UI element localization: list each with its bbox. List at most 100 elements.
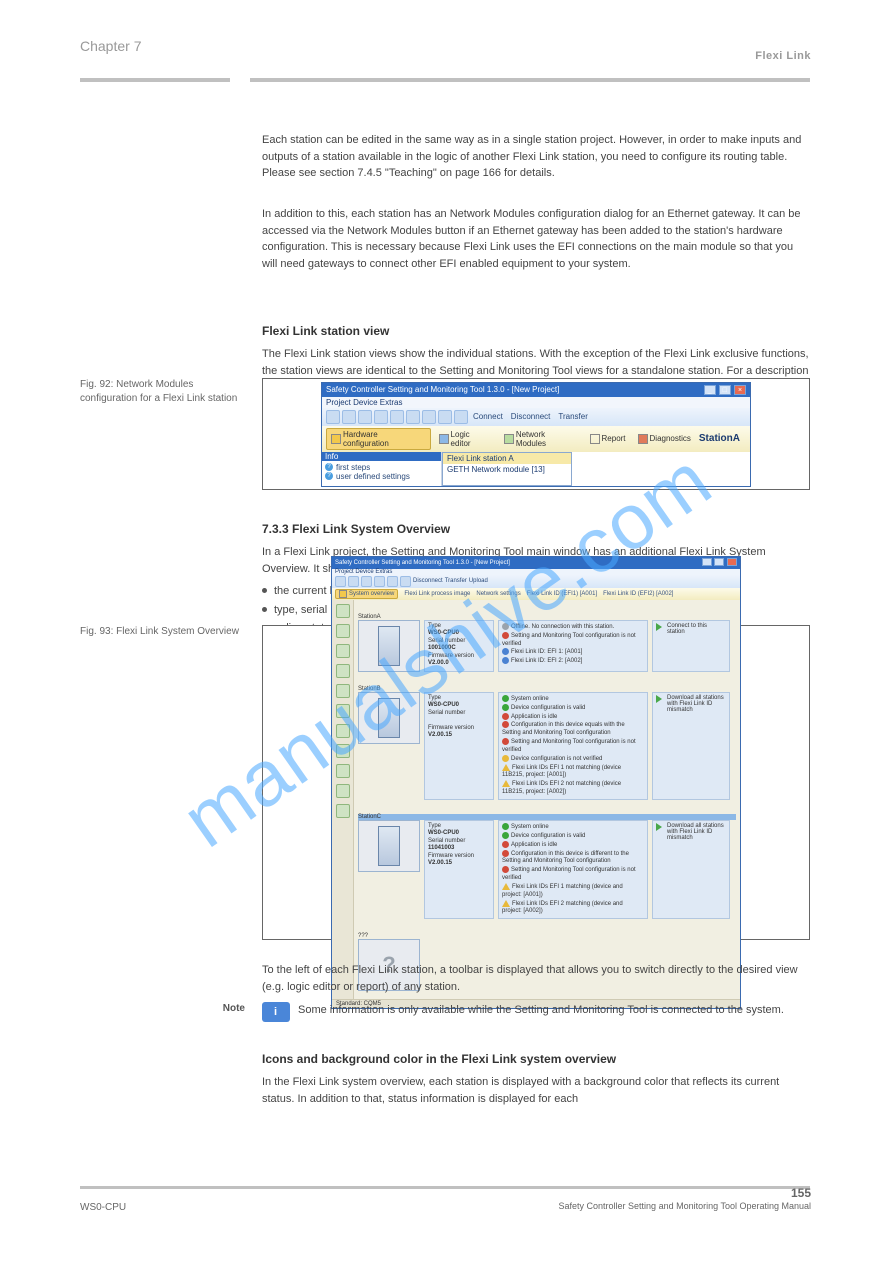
window-controls[interactable] bbox=[701, 558, 737, 568]
toolbar-icon[interactable] bbox=[348, 576, 359, 587]
rail-icon[interactable] bbox=[336, 804, 350, 818]
window-controls[interactable]: _ □ × bbox=[703, 385, 746, 395]
dropdown-item[interactable]: GETH Network module [13] bbox=[443, 464, 571, 475]
tab-diagnostics[interactable]: Diagnostics bbox=[634, 433, 695, 445]
upload-button[interactable]: Upload bbox=[469, 578, 488, 584]
rail-icon[interactable] bbox=[336, 684, 350, 698]
sidebar-item[interactable]: ?first steps bbox=[325, 463, 438, 472]
transfer-button[interactable]: Transfer bbox=[445, 578, 467, 584]
toolbar-icon[interactable] bbox=[335, 576, 346, 587]
system-overview-workspace: StationATypeWS0-CPU0Serial number1001000… bbox=[332, 600, 740, 1000]
tab-hardware-config[interactable]: Hardware configuration bbox=[326, 428, 431, 450]
station-row[interactable]: TypeWS0-CPU0Serial number1001000CFirmwar… bbox=[358, 620, 736, 672]
note-label: Note bbox=[80, 1002, 245, 1016]
rail-icon[interactable] bbox=[336, 764, 350, 778]
close-icon[interactable] bbox=[727, 558, 737, 566]
tab-process-image[interactable]: Flexi Link process image bbox=[404, 591, 470, 597]
tab-icon bbox=[439, 434, 449, 444]
chapter-label: Flexi Link bbox=[755, 50, 811, 62]
station-action[interactable]: Connect to this station bbox=[652, 620, 730, 672]
toolbar-icon[interactable] bbox=[390, 410, 404, 424]
body-paragraph: Each station can be edited in the same w… bbox=[262, 132, 810, 182]
station-status: Offline. No connection with this station… bbox=[498, 620, 648, 672]
toolbar-icon[interactable] bbox=[387, 576, 398, 587]
footer-model: WS0-CPU bbox=[80, 1202, 126, 1213]
toolbar-icon[interactable] bbox=[454, 410, 468, 424]
maximize-icon[interactable] bbox=[714, 558, 724, 566]
station-status: System onlineDevice configuration is val… bbox=[498, 692, 648, 800]
window-titlebar: Safety Controller Setting and Monitoring… bbox=[332, 557, 740, 569]
station-info: TypeWS0-CPU0Serial numberFirmware versio… bbox=[424, 692, 494, 800]
toolbar-icon[interactable] bbox=[400, 576, 411, 587]
rail-icon[interactable] bbox=[336, 624, 350, 638]
tab-icon bbox=[339, 590, 347, 598]
toolbar-icon[interactable] bbox=[374, 410, 388, 424]
station-thumbnail bbox=[358, 692, 420, 744]
body-paragraph: To the left of each Flexi Link station, … bbox=[262, 962, 810, 995]
footer-page-info: 155 Safety Controller Setting and Monito… bbox=[559, 1186, 811, 1213]
tab-system-overview[interactable]: System overview bbox=[335, 589, 398, 599]
rail-icon[interactable] bbox=[336, 664, 350, 678]
figure-screenshot: Safety Controller Setting and Monitoring… bbox=[262, 625, 810, 940]
note-text: Some information is only available while… bbox=[298, 1002, 810, 1026]
connect-button[interactable]: Connect bbox=[473, 412, 503, 421]
maximize-icon[interactable]: □ bbox=[719, 385, 731, 395]
tab-bar: Hardware configuration Logic editor Netw… bbox=[322, 426, 750, 452]
main-toolbar: Disconnect Transfer Upload bbox=[332, 575, 740, 588]
toolbar-icon[interactable] bbox=[438, 410, 452, 424]
toolbar-icon[interactable] bbox=[406, 410, 420, 424]
rail-icon[interactable] bbox=[336, 604, 350, 618]
disconnect-button[interactable]: Disconnect bbox=[413, 578, 443, 584]
minimize-icon[interactable] bbox=[702, 558, 712, 566]
rail-icon[interactable] bbox=[336, 724, 350, 738]
rail-icon[interactable] bbox=[336, 784, 350, 798]
section-heading: 7.3.3 Flexi Link System Overview bbox=[262, 520, 810, 538]
help-icon: ? bbox=[325, 472, 333, 480]
header-divider bbox=[250, 78, 810, 82]
toolbar-icon[interactable] bbox=[422, 410, 436, 424]
station-name-label: StationA bbox=[699, 433, 746, 444]
station-action[interactable]: Download all stations with Flexi Link ID… bbox=[652, 692, 730, 800]
station-row[interactable]: TypeWS0-CPU0Serial number11041003Firmwar… bbox=[358, 820, 736, 919]
tab-network-settings[interactable]: Network settings bbox=[476, 591, 520, 597]
rail-icon[interactable] bbox=[336, 644, 350, 658]
toolbar-icon[interactable] bbox=[374, 576, 385, 587]
network-modules-dropdown[interactable]: Flexi Link station A GETH Network module… bbox=[442, 452, 572, 486]
toolbar-icon[interactable] bbox=[342, 410, 356, 424]
toolbar-icon[interactable] bbox=[361, 576, 372, 587]
header-divider bbox=[80, 78, 230, 82]
station-row[interactable]: TypeWS0-CPU0Serial numberFirmware versio… bbox=[358, 692, 736, 800]
menu-bar[interactable]: Project Device Extras bbox=[322, 397, 750, 408]
footer-doc-title: Safety Controller Setting and Monitoring… bbox=[559, 1201, 811, 1213]
figure-caption: Fig. 92: Network Modules configuration f… bbox=[80, 378, 245, 405]
toolbar-icon[interactable] bbox=[358, 410, 372, 424]
help-sidebar: Info ?first steps ?user defined settings bbox=[322, 452, 442, 486]
station-info: TypeWS0-CPU0Serial number1001000CFirmwar… bbox=[424, 620, 494, 672]
transfer-button[interactable]: Transfer bbox=[558, 412, 588, 421]
toolbar-icon[interactable] bbox=[326, 410, 340, 424]
window-title: Safety Controller Setting and Monitoring… bbox=[335, 560, 510, 566]
station-status: System onlineDevice configuration is val… bbox=[498, 820, 648, 919]
tab-report[interactable]: Report bbox=[586, 433, 630, 445]
info-icon bbox=[262, 1002, 290, 1022]
sidebar-item[interactable]: ?user defined settings bbox=[325, 472, 438, 481]
station-toolbar bbox=[332, 600, 354, 1000]
tab-network-modules[interactable]: Network Modules bbox=[500, 429, 582, 449]
tab-icon bbox=[590, 434, 600, 444]
app-window: Safety Controller Setting and Monitoring… bbox=[331, 556, 741, 1010]
app-window: Safety Controller Setting and Monitoring… bbox=[321, 382, 751, 487]
station-thumbnail bbox=[358, 620, 420, 672]
rail-icon[interactable] bbox=[336, 744, 350, 758]
disconnect-button[interactable]: Disconnect bbox=[511, 412, 551, 421]
window-title: Safety Controller Setting and Monitoring… bbox=[326, 385, 559, 394]
station-action[interactable]: Download all stations with Flexi Link ID… bbox=[652, 820, 730, 919]
page-number: 155 bbox=[559, 1186, 811, 1202]
rail-icon[interactable] bbox=[336, 704, 350, 718]
minimize-icon[interactable]: _ bbox=[704, 385, 716, 395]
tab-icon bbox=[331, 434, 341, 444]
section-heading: Flexi Link station view bbox=[262, 322, 810, 340]
tab-logic-editor[interactable]: Logic editor bbox=[435, 429, 496, 449]
close-icon[interactable]: × bbox=[734, 385, 746, 395]
tab-bar: System overview Flexi Link process image… bbox=[332, 588, 740, 600]
dropdown-item[interactable]: Flexi Link station A bbox=[443, 453, 571, 464]
